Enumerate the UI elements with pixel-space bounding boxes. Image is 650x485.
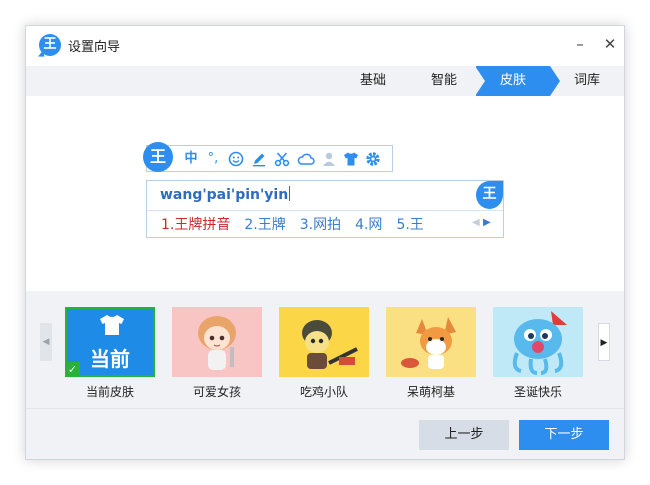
punctuation-icon: °,	[207, 151, 219, 166]
skin-item-squad[interactable]: 吃鸡小队	[279, 307, 369, 399]
chinese-mode-icon: 中	[184, 151, 198, 166]
text-caret	[289, 186, 291, 201]
current-skin-thumb: 当前 ✓	[65, 307, 155, 377]
gallery-next-button[interactable]: ▶	[598, 323, 610, 361]
candidate-item: 5.王	[396, 217, 424, 233]
ime-logo-icon: 王	[143, 142, 173, 172]
close-icon[interactable]: ✕	[596, 32, 624, 56]
corgi-thumb	[386, 307, 476, 377]
candidate-list: 1.王牌拼音 2.王牌 3.网拍 4.网 5.王	[161, 214, 438, 234]
candidate-item: 4.网	[355, 217, 383, 233]
skin-label: 呆萌柯基	[406, 385, 455, 399]
user-icon	[321, 151, 337, 167]
prev-step-button[interactable]: 上一步	[419, 420, 509, 450]
tab-basic[interactable]: 基础	[344, 66, 402, 96]
stage: 王 设置向导 – ✕ 基础 智能 皮肤 词库 王 中 °, wang'pai'p…	[0, 0, 650, 485]
app-logo-icon: 王	[39, 34, 61, 56]
candidate-item: 1.王牌拼音	[161, 217, 231, 233]
page-next-icon: ▶	[483, 217, 491, 228]
settings-icon	[365, 151, 381, 167]
skin-gallery: ◀ 当前 ✓ 当前皮肤 可爱女孩 吃鸡小队 呆萌柯基 圣诞快乐 ▶	[26, 291, 624, 408]
cute-girl-thumb	[172, 307, 262, 377]
pinyin-composition: wang'pai'pin'yin	[160, 186, 291, 203]
scissors-icon	[274, 151, 290, 167]
shirt-icon	[100, 315, 124, 335]
candidate-item: 2.王牌	[244, 217, 286, 233]
tab-bar: 基础 智能 皮肤 词库	[26, 66, 624, 96]
candidate-divider	[147, 210, 503, 211]
candidate-window-preview: wang'pai'pin'yin 王 1.王牌拼音 2.王牌 3.网拍 4.网 5.王 …	[146, 180, 504, 238]
setup-wizard-window: 王 设置向导 – ✕ 基础 智能 皮肤 词库 王 中 °, wang'pai'p…	[25, 25, 625, 460]
skin-label: 当前皮肤	[85, 385, 134, 399]
skin-item-corgi[interactable]: 呆萌柯基	[386, 307, 476, 399]
candidate-item: 3.网拍	[299, 217, 342, 233]
next-step-button[interactable]: 下一步	[519, 420, 609, 450]
window-title: 设置向导	[68, 40, 121, 55]
title-bar: 王 设置向导 – ✕	[26, 26, 624, 66]
minimize-icon[interactable]: –	[566, 32, 594, 56]
skin-item-current[interactable]: 当前 ✓ 当前皮肤	[65, 307, 155, 399]
skin-icon	[343, 151, 359, 167]
emoji-icon	[228, 151, 244, 167]
squad-thumb	[279, 307, 369, 377]
cloud-icon	[297, 151, 315, 167]
skin-label: 可爱女孩	[192, 385, 241, 399]
tab-smart[interactable]: 智能	[415, 66, 473, 96]
skin-item-christmas[interactable]: 圣诞快乐	[493, 307, 583, 399]
footer: 上一步 下一步	[26, 408, 624, 459]
skin-label: 圣诞快乐	[513, 385, 562, 399]
skin-label: 吃鸡小队	[299, 385, 348, 399]
gallery-prev-button[interactable]: ◀	[40, 323, 52, 361]
ime-toolbar-preview: 王 中 °,	[143, 142, 393, 172]
handwrite-icon	[251, 151, 267, 167]
ime-badge-icon: 王	[476, 181, 503, 209]
check-icon: ✓	[65, 362, 80, 377]
tab-lexicon[interactable]: 词库	[558, 66, 616, 96]
tab-skin[interactable]: 皮肤	[475, 66, 560, 96]
skin-item-cute-girl[interactable]: 可爱女孩	[172, 307, 262, 399]
christmas-thumb	[493, 307, 583, 377]
page-prev-icon: ◀	[472, 217, 480, 228]
